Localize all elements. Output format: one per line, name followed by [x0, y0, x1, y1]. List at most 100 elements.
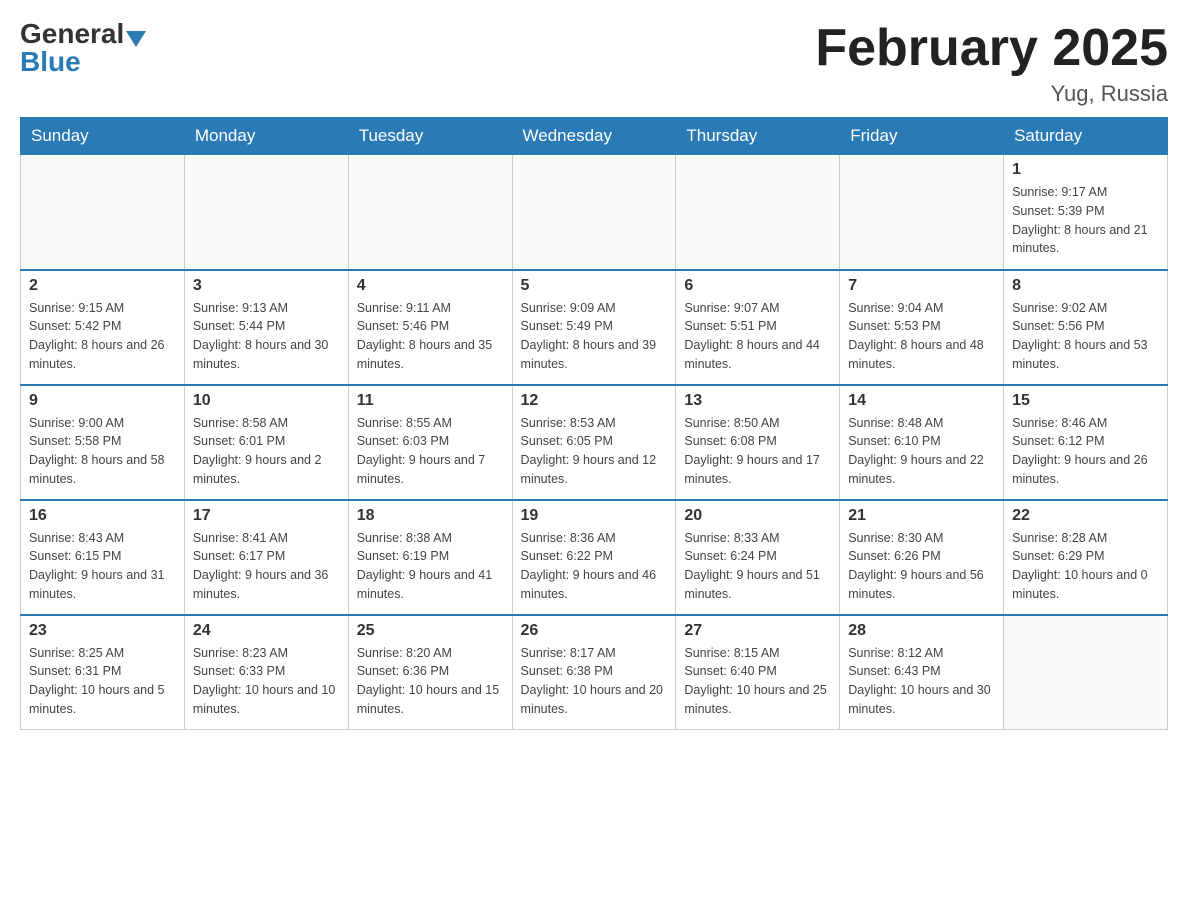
day-number: 16: [29, 507, 176, 525]
month-title: February 2025: [815, 20, 1168, 77]
logo-general: General: [20, 18, 124, 49]
logo-text: General: [20, 20, 146, 48]
day-info: Sunrise: 8:20 AMSunset: 6:36 PMDaylight:…: [357, 644, 504, 719]
day-info: Sunrise: 9:17 AMSunset: 5:39 PMDaylight:…: [1012, 183, 1159, 258]
day-info: Sunrise: 8:17 AMSunset: 6:38 PMDaylight:…: [521, 644, 668, 719]
calendar-cell: 15 Sunrise: 8:46 AMSunset: 6:12 PMDayligh…: [1004, 385, 1168, 500]
day-info: Sunrise: 8:58 AMSunset: 6:01 PMDaylight:…: [193, 414, 340, 489]
day-info: Sunrise: 9:07 AMSunset: 5:51 PMDaylight:…: [684, 299, 831, 374]
day-info: Sunrise: 8:30 AMSunset: 6:26 PMDaylight:…: [848, 529, 995, 604]
day-number: 2: [29, 277, 176, 295]
day-number: 9: [29, 392, 176, 410]
day-number: 21: [848, 507, 995, 525]
calendar-cell: 27Sunrise: 8:15 AMSunset: 6:40 PMDayligh…: [676, 615, 840, 730]
day-number: 20: [684, 507, 831, 525]
day-number: 8: [1012, 277, 1159, 295]
calendar-cell: [348, 155, 512, 270]
calendar-cell: 21 Sunrise: 8:30 AMSunset: 6:26 PMDayligh…: [840, 500, 1004, 615]
day-number: 13: [684, 392, 831, 410]
day-number: 7: [848, 277, 995, 295]
weekday-header-sunday: Sunday: [21, 118, 185, 155]
calendar-cell: 28 Sunrise: 8:12 AMSunset: 6:43 PMDayligh…: [840, 615, 1004, 730]
day-number: 5: [521, 277, 668, 295]
day-number: 6: [684, 277, 831, 295]
day-info: Sunrise: 8:41 AMSunset: 6:17 PMDaylight:…: [193, 529, 340, 604]
day-number: 1: [1012, 161, 1159, 179]
calendar-cell: 4Sunrise: 9:11 AMSunset: 5:46 PMDaylight…: [348, 270, 512, 385]
calendar-cell: 14Sunrise: 8:48 AMSunset: 6:10 PMDayligh…: [840, 385, 1004, 500]
calendar-header-row: SundayMondayTuesdayWednesdayThursdayFrid…: [21, 118, 1168, 155]
calendar-cell: 13 Sunrise: 8:50 AMSunset: 6:08 PMDayligh…: [676, 385, 840, 500]
logo: General Blue: [20, 20, 146, 76]
calendar-cell: 5 Sunrise: 9:09 AMSunset: 5:49 PMDaylight…: [512, 270, 676, 385]
title-section: February 2025 Yug, Russia: [815, 20, 1168, 107]
day-number: 15: [1012, 392, 1159, 410]
calendar-cell: 20 Sunrise: 8:33 AMSunset: 6:24 PMDayligh…: [676, 500, 840, 615]
calendar-cell: [512, 155, 676, 270]
calendar-cell: 7 Sunrise: 9:04 AMSunset: 5:53 PMDaylight…: [840, 270, 1004, 385]
calendar-week-row: 9 Sunrise: 9:00 AMSunset: 5:58 PMDaylight…: [21, 385, 1168, 500]
day-info: Sunrise: 9:02 AMSunset: 5:56 PMDaylight:…: [1012, 299, 1159, 374]
weekday-header-tuesday: Tuesday: [348, 118, 512, 155]
page-header: General Blue February 2025 Yug, Russia: [20, 20, 1168, 107]
day-info: Sunrise: 8:25 AMSunset: 6:31 PMDaylight:…: [29, 644, 176, 719]
location: Yug, Russia: [815, 81, 1168, 107]
day-info: Sunrise: 8:46 AMSunset: 6:12 PMDaylight:…: [1012, 414, 1159, 489]
calendar-cell: [840, 155, 1004, 270]
calendar-cell: 12 Sunrise: 8:53 AMSunset: 6:05 PMDayligh…: [512, 385, 676, 500]
day-info: Sunrise: 8:33 AMSunset: 6:24 PMDaylight:…: [684, 529, 831, 604]
day-number: 24: [193, 622, 340, 640]
day-info: Sunrise: 9:04 AMSunset: 5:53 PMDaylight:…: [848, 299, 995, 374]
calendar-cell: 26 Sunrise: 8:17 AMSunset: 6:38 PMDayligh…: [512, 615, 676, 730]
calendar-cell: 22Sunrise: 8:28 AMSunset: 6:29 PMDayligh…: [1004, 500, 1168, 615]
calendar-cell: [21, 155, 185, 270]
day-info: Sunrise: 8:12 AMSunset: 6:43 PMDaylight:…: [848, 644, 995, 719]
logo-blue: Blue: [20, 48, 81, 76]
day-number: 17: [193, 507, 340, 525]
calendar-cell: 25 Sunrise: 8:20 AMSunset: 6:36 PMDayligh…: [348, 615, 512, 730]
calendar-week-row: 23 Sunrise: 8:25 AMSunset: 6:31 PMDayligh…: [21, 615, 1168, 730]
day-number: 12: [521, 392, 668, 410]
calendar-cell: 16 Sunrise: 8:43 AMSunset: 6:15 PMDayligh…: [21, 500, 185, 615]
logo-triangle-icon: [126, 31, 146, 47]
day-number: 28: [848, 622, 995, 640]
day-info: Sunrise: 9:09 AMSunset: 5:49 PMDaylight:…: [521, 299, 668, 374]
day-number: 3: [193, 277, 340, 295]
calendar-cell: 23 Sunrise: 8:25 AMSunset: 6:31 PMDayligh…: [21, 615, 185, 730]
calendar-cell: 11Sunrise: 8:55 AMSunset: 6:03 PMDayligh…: [348, 385, 512, 500]
day-number: 26: [521, 622, 668, 640]
day-number: 10: [193, 392, 340, 410]
day-info: Sunrise: 9:13 AMSunset: 5:44 PMDaylight:…: [193, 299, 340, 374]
calendar-cell: 6 Sunrise: 9:07 AMSunset: 5:51 PMDaylight…: [676, 270, 840, 385]
day-info: Sunrise: 8:43 AMSunset: 6:15 PMDaylight:…: [29, 529, 176, 604]
calendar-cell: [1004, 615, 1168, 730]
weekday-header-wednesday: Wednesday: [512, 118, 676, 155]
day-number: 22: [1012, 507, 1159, 525]
day-info: Sunrise: 9:00 AMSunset: 5:58 PMDaylight:…: [29, 414, 176, 489]
calendar-cell: 1 Sunrise: 9:17 AMSunset: 5:39 PMDaylight…: [1004, 155, 1168, 270]
day-info: Sunrise: 8:36 AMSunset: 6:22 PMDaylight:…: [521, 529, 668, 604]
calendar-week-row: 16 Sunrise: 8:43 AMSunset: 6:15 PMDayligh…: [21, 500, 1168, 615]
weekday-header-thursday: Thursday: [676, 118, 840, 155]
day-number: 27: [684, 622, 831, 640]
calendar-cell: 18Sunrise: 8:38 AMSunset: 6:19 PMDayligh…: [348, 500, 512, 615]
weekday-header-saturday: Saturday: [1004, 118, 1168, 155]
calendar-cell: 3 Sunrise: 9:13 AMSunset: 5:44 PMDaylight…: [184, 270, 348, 385]
day-number: 25: [357, 622, 504, 640]
calendar-table: SundayMondayTuesdayWednesdayThursdayFrid…: [20, 117, 1168, 730]
day-number: 11: [357, 392, 504, 410]
calendar-cell: [184, 155, 348, 270]
day-info: Sunrise: 9:15 AMSunset: 5:42 PMDaylight:…: [29, 299, 176, 374]
calendar-cell: 19 Sunrise: 8:36 AMSunset: 6:22 PMDayligh…: [512, 500, 676, 615]
calendar-cell: 2 Sunrise: 9:15 AMSunset: 5:42 PMDaylight…: [21, 270, 185, 385]
weekday-header-monday: Monday: [184, 118, 348, 155]
day-number: 18: [357, 507, 504, 525]
day-info: Sunrise: 8:48 AMSunset: 6:10 PMDaylight:…: [848, 414, 995, 489]
day-number: 23: [29, 622, 176, 640]
calendar-cell: 24Sunrise: 8:23 AMSunset: 6:33 PMDayligh…: [184, 615, 348, 730]
day-info: Sunrise: 8:50 AMSunset: 6:08 PMDaylight:…: [684, 414, 831, 489]
calendar-cell: 10 Sunrise: 8:58 AMSunset: 6:01 PMDayligh…: [184, 385, 348, 500]
day-info: Sunrise: 8:53 AMSunset: 6:05 PMDaylight:…: [521, 414, 668, 489]
day-number: 19: [521, 507, 668, 525]
calendar-week-row: 1 Sunrise: 9:17 AMSunset: 5:39 PMDaylight…: [21, 155, 1168, 270]
